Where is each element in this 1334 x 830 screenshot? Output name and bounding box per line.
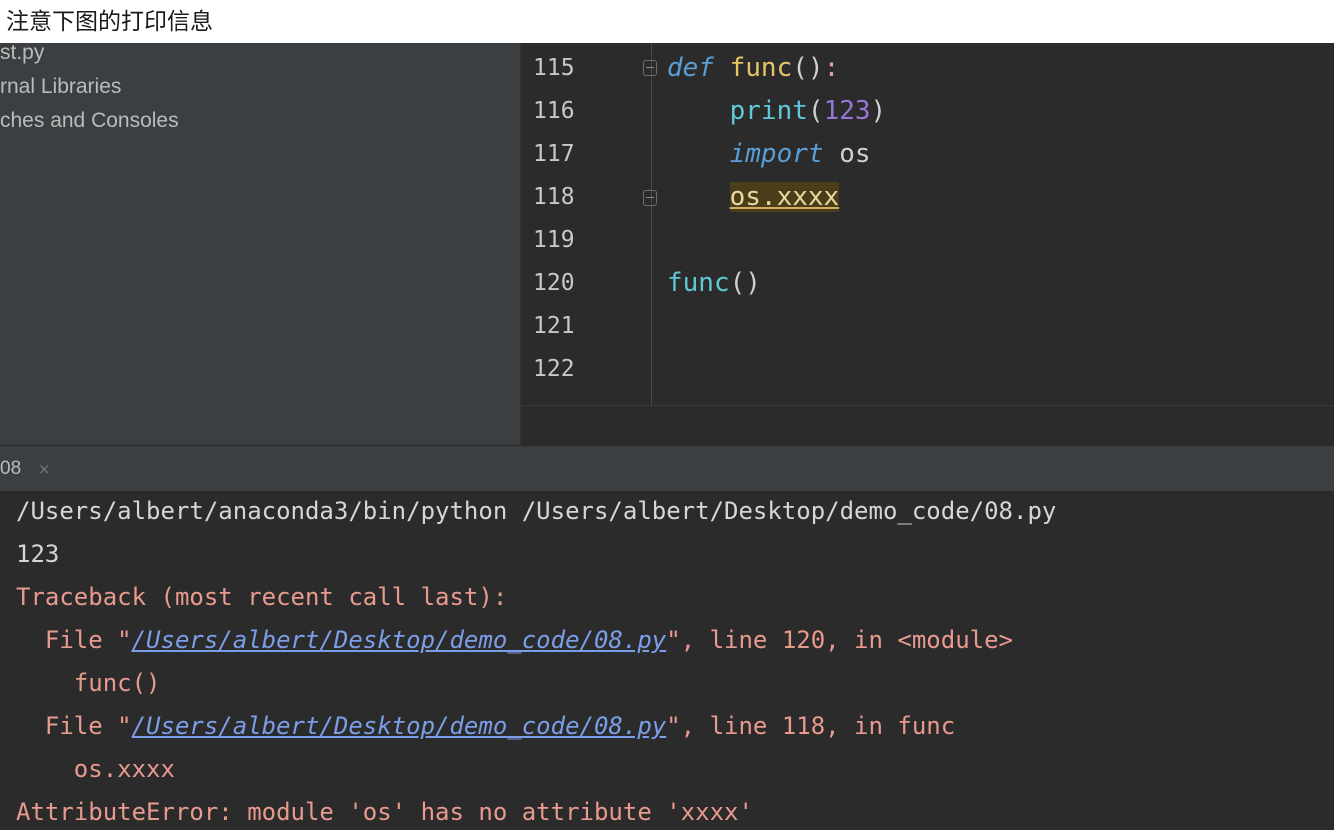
tree-item-scratches-and-consoles[interactable]: ches and Consoles	[0, 107, 179, 135]
builtin-print: print	[729, 96, 808, 126]
keyword-import: import	[729, 139, 824, 169]
error-highlight-expression[interactable]: os.xxxx	[729, 182, 840, 212]
line-number: 115	[533, 55, 575, 81]
tree-item-external-libraries[interactable]: rnal Libraries	[0, 73, 121, 101]
fold-open-icon[interactable]	[643, 60, 657, 76]
run-tab-08[interactable]: 08	[0, 454, 21, 484]
page-caption: 注意下图的打印信息	[6, 9, 213, 35]
open-paren: (	[807, 96, 824, 126]
number-literal: 123	[823, 96, 871, 126]
console-output: 123	[16, 540, 60, 568]
traceback-code: os.xxxx	[16, 755, 175, 783]
code-editor[interactable]: 115 116 117 118 119 120 121 122 def func…	[521, 43, 1334, 405]
tree-item-file[interactable]: st.py	[0, 43, 44, 67]
line-number: 122	[533, 356, 575, 382]
frame-prefix: File "	[16, 626, 132, 654]
parens: ()	[729, 268, 761, 298]
project-panel: st.py rnal Libraries ches and Consoles	[0, 43, 521, 445]
close-icon[interactable]: ×	[38, 455, 51, 483]
close-paren: )	[870, 96, 887, 126]
code-line-116: print(123)	[667, 91, 887, 131]
editor-bottom-area	[521, 405, 1334, 446]
function-name: func	[729, 53, 793, 83]
code-line-118: os.xxxx	[667, 177, 840, 217]
code-line-120: func()	[667, 263, 761, 303]
line-number: 120	[533, 270, 575, 296]
ide-window: st.py rnal Libraries ches and Consoles 1…	[0, 43, 1334, 830]
function-call: func	[667, 268, 730, 298]
code-line-117: import os	[667, 134, 871, 174]
run-tab-bar: 08 ×	[0, 445, 1334, 492]
traceback-code: func()	[16, 669, 161, 697]
traceback-frame: File "/Users/albert/Desktop/demo_code/08…	[16, 706, 955, 746]
console-command: /Users/albert/anaconda3/bin/python /User…	[16, 497, 1057, 525]
colon: :	[823, 53, 840, 83]
gutter-divider	[651, 43, 652, 405]
file-link[interactable]: /Users/albert/Desktop/demo_code/08.py	[132, 626, 667, 654]
traceback-header: Traceback (most recent call last):	[16, 583, 508, 611]
line-number: 116	[533, 98, 575, 124]
error-message: AttributeError: module 'os' has no attri…	[16, 798, 753, 826]
traceback-frame: File "/Users/albert/Desktop/demo_code/08…	[16, 620, 1013, 660]
line-number: 121	[533, 313, 575, 339]
code-line-115: def func():	[667, 48, 839, 88]
keyword-def: def	[667, 53, 714, 83]
parens: ()	[792, 53, 824, 83]
frame-suffix: ", line 118, in func	[666, 712, 956, 740]
file-link[interactable]: /Users/albert/Desktop/demo_code/08.py	[132, 712, 667, 740]
frame-suffix: ", line 120, in <module>	[666, 626, 1013, 654]
line-number: 117	[533, 141, 575, 167]
line-number: 118	[533, 184, 575, 210]
line-number: 119	[533, 227, 575, 253]
module-name: os	[823, 139, 871, 169]
run-console[interactable]: /Users/albert/anaconda3/bin/python /User…	[0, 491, 1334, 830]
frame-prefix: File "	[16, 712, 132, 740]
fold-close-icon[interactable]	[643, 190, 657, 206]
